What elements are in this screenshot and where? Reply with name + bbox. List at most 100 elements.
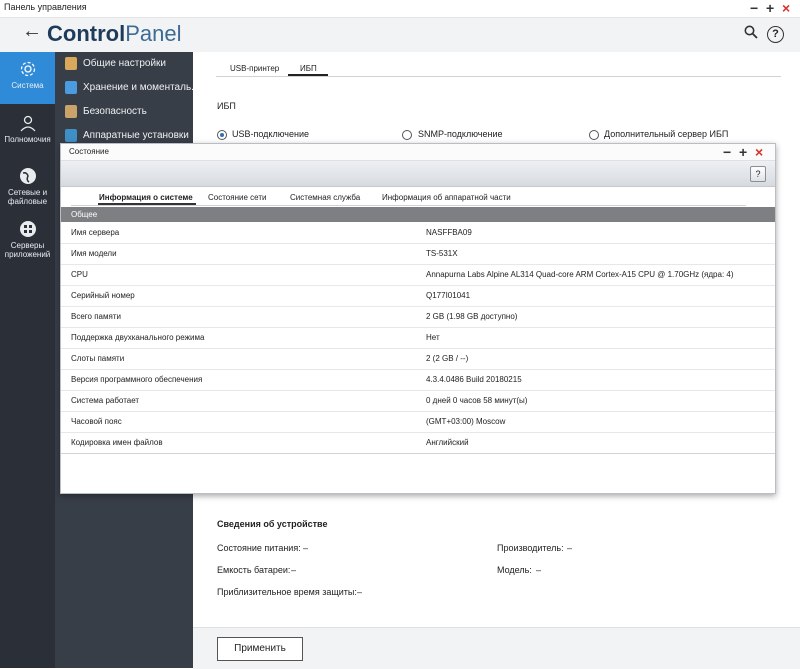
nav-item-permissions[interactable]: Полномочия — [0, 114, 55, 144]
dialog-close-button[interactable]: × — [755, 144, 763, 160]
row-value: Annapurna Labs Alpine AL314 Quad-core AR… — [426, 270, 734, 279]
subnav-label: Аппаратные установки — [83, 130, 189, 141]
row-value: (GMT+03:00) Moscow — [426, 417, 506, 426]
row-value: 0 дней 0 часов 58 минут(ы) — [426, 396, 528, 405]
subnav-item-storage[interactable]: Хранение и моменталь... — [55, 76, 193, 100]
radio-extra-server[interactable] — [589, 130, 599, 140]
battery-label: Емкость батареи: — [217, 565, 291, 575]
nav-label: Серверы приложений — [4, 241, 51, 259]
row-value: Q177I01041 — [426, 291, 471, 300]
apply-button[interactable]: Применить — [217, 637, 303, 661]
manufacturer-value: – — [567, 543, 573, 553]
row-value: TS-531X — [426, 249, 458, 258]
apps-icon — [19, 221, 36, 237]
hardware-icon — [65, 129, 77, 142]
radio-snmp-label: SNMP-подключение — [418, 129, 503, 139]
radio-snmp[interactable] — [402, 130, 412, 140]
row-value: 2 GB (1.98 GB доступно) — [426, 312, 518, 321]
main-nav: Система Полномочия Сетевые и файловые Се… — [0, 52, 55, 668]
radio-usb-label: USB-подключение — [232, 129, 309, 139]
search-icon[interactable] — [744, 25, 758, 39]
storage-icon — [65, 81, 77, 94]
row-value: NASFFBA09 — [426, 228, 472, 237]
power-state-value: – — [303, 543, 309, 553]
manufacturer-label: Производитель: — [497, 543, 564, 553]
ups-section-title: ИБП — [217, 101, 236, 111]
table-row: Кодировка имен файлов Английский — [61, 433, 775, 454]
dialog-help-button[interactable]: ? — [750, 166, 766, 182]
subnav-item-security[interactable]: Безопасность — [55, 100, 193, 124]
table-row: Слоты памяти 2 (2 GB / --) — [61, 349, 775, 370]
active-tab-indicator — [288, 74, 328, 76]
device-info-title: Сведения об устройстве — [217, 519, 328, 529]
table-row: Версия программного обеспечения 4.3.4.048… — [61, 370, 775, 391]
subnav-label: Общие настройки — [83, 58, 166, 69]
nav-item-app-servers[interactable]: Серверы приложений — [0, 220, 55, 259]
app-title-light: Panel — [125, 21, 182, 46]
radio-usb[interactable] — [217, 130, 227, 140]
row-key: Поддержка двухканального режима — [71, 333, 205, 342]
dialog-title: Состояние — [69, 147, 109, 156]
table-row: Имя модели TS-531X — [61, 244, 775, 265]
runtime-value: – — [357, 587, 363, 597]
nav-label: Сетевые и файловые — [7, 188, 48, 206]
user-icon — [20, 115, 35, 132]
table-row: Часовой пояс (GMT+03:00) Moscow — [61, 412, 775, 433]
row-key: Версия программного обеспечения — [71, 375, 203, 384]
tab-hardware-info[interactable]: Информация об аппаратной части — [382, 193, 511, 202]
subnav-label: Хранение и моменталь... — [83, 82, 193, 93]
tab-network-status[interactable]: Состояние сети — [208, 193, 266, 202]
row-key: Часовой пояс — [71, 417, 122, 426]
dialog-maximize-button[interactable]: + — [739, 144, 747, 160]
row-value: 2 (2 GB / --) — [426, 354, 469, 363]
table-row: Имя сервера NASFFBA09 — [61, 223, 775, 244]
gear-icon — [20, 61, 35, 77]
row-key: Всего памяти — [71, 312, 121, 321]
close-button[interactable]: × — [782, 0, 790, 16]
table-row: Система работает 0 дней 0 часов 58 минут(… — [61, 391, 775, 412]
back-arrow-icon[interactable]: ← — [22, 20, 42, 43]
tab-system-service[interactable]: Системная служба — [290, 193, 360, 202]
tab-system-info[interactable]: Информация о системе — [99, 193, 193, 202]
subnav-item-general[interactable]: Общие настройки — [55, 52, 193, 76]
lock-icon — [65, 105, 77, 118]
row-key: Серийный номер — [71, 291, 135, 300]
tab-ups[interactable]: ИБП — [300, 64, 317, 73]
app-title-bold: Control — [47, 21, 126, 46]
nav-item-system[interactable]: Система — [0, 52, 55, 104]
dialog-toolbar — [61, 161, 775, 187]
row-value: Английский — [426, 438, 469, 447]
tab-usb-printer[interactable]: USB-принтер — [230, 64, 279, 73]
row-key: Система работает — [71, 396, 140, 405]
table-bottom-border — [61, 453, 775, 454]
runtime-label: Приблизительное время защиты: — [217, 587, 357, 597]
subnav-label: Безопасность — [83, 106, 147, 117]
section-header-general: Общее — [61, 207, 775, 222]
window-title: Панель управления — [4, 2, 87, 12]
window-titlebar — [0, 0, 800, 18]
row-key: Имя сервера — [71, 228, 120, 237]
model-value: – — [536, 565, 542, 575]
table-row: Всего памяти 2 GB (1.98 GB доступно) — [61, 307, 775, 328]
row-key: Имя модели — [71, 249, 117, 258]
row-value: Нет — [426, 333, 440, 342]
row-value: 4.3.4.0486 Build 20180215 — [426, 375, 522, 384]
app-title: ControlPanel — [47, 21, 181, 47]
nav-label: Система — [11, 81, 44, 90]
table-row: Поддержка двухканального режима Нет — [61, 328, 775, 349]
row-key: Кодировка имен файлов — [71, 438, 163, 447]
model-label: Модель: — [497, 565, 532, 575]
dialog-tab-divider — [71, 205, 746, 206]
maximize-button[interactable]: + — [766, 0, 774, 16]
table-row: CPU Annapurna Labs Alpine AL314 Quad-core… — [61, 265, 775, 286]
battery-value: – — [291, 565, 297, 575]
nav-item-network[interactable]: Сетевые и файловые — [0, 167, 55, 206]
nav-label: Полномочия — [4, 135, 51, 144]
help-icon[interactable]: ? — [767, 26, 784, 43]
dialog-minimize-button[interactable]: − — [723, 144, 731, 160]
row-key: CPU — [71, 270, 88, 279]
status-dialog: Состояние − + × ? Информация о системе С… — [60, 143, 776, 494]
minimize-button[interactable]: − — [750, 0, 758, 16]
power-state-label: Состояние питания: — [217, 543, 301, 553]
globe-icon — [19, 168, 36, 184]
